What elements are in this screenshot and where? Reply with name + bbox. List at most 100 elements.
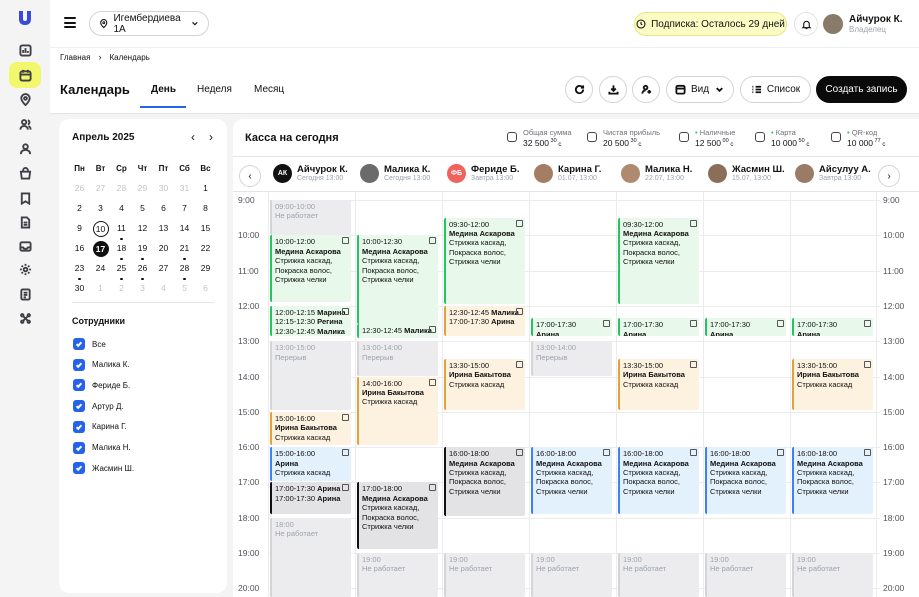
calendar-day[interactable]: 31 [174, 181, 195, 197]
calendar-day[interactable]: 1 [90, 281, 111, 297]
appointment-card[interactable]: 17:00-17:30 Арина [618, 318, 699, 336]
calendar-day[interactable]: 13 [153, 221, 174, 237]
view-dropdown[interactable]: Вид [666, 76, 734, 103]
refresh-button[interactable] [565, 76, 593, 103]
appointment-row[interactable]: 12:00-12:15 Марина [275, 308, 348, 317]
rail-location-icon[interactable] [9, 86, 41, 112]
more-icon[interactable] [777, 320, 784, 328]
staff-column-header[interactable]: Жасмин Ш. 15.07, 13:00 [708, 162, 788, 188]
more-icon[interactable] [342, 307, 349, 315]
checkbox[interactable] [73, 358, 85, 371]
appointment-row[interactable]: 12:15-12:30 Регина [275, 317, 348, 326]
appointment-card[interactable]: 09:30-12:00 Медина Аскарова Стрижка каскад… [444, 217, 525, 305]
appointment-card[interactable]: 10:00-12:30 Медина Аскарова Стрижка каскад… [357, 235, 438, 324]
rail-bookmark-icon[interactable] [9, 185, 41, 211]
more-icon[interactable] [603, 449, 610, 457]
calendar-day[interactable]: 16 [69, 241, 90, 257]
calendar-day[interactable]: 27 [153, 261, 174, 277]
staff-column-header[interactable]: Малика К. Сегодня 13:00 [360, 162, 440, 188]
staff-column-header[interactable]: ФБ Фериде Б. Завтра 13:00 [447, 162, 527, 188]
download-button[interactable] [599, 76, 627, 103]
more-icon[interactable] [429, 237, 436, 245]
appointment-card[interactable]: 14:00-16:00 Ирина Бакытова Стрижка каскад [357, 376, 438, 446]
appointment-row[interactable]: 17:00-17:30 Арина [275, 484, 348, 493]
tab-week[interactable]: Неделя [197, 84, 232, 95]
more-icon[interactable] [603, 320, 610, 328]
more-icon[interactable] [429, 484, 436, 492]
calendar-day[interactable]: 5 [174, 281, 195, 297]
staff-column-header[interactable]: Карина Г. 01.07, 13:00 [534, 162, 614, 188]
more-icon[interactable] [516, 307, 523, 315]
list-button[interactable]: Список [740, 76, 811, 103]
calendar-day[interactable]: 10 [90, 221, 111, 237]
more-icon[interactable] [516, 360, 523, 368]
calendar-day[interactable]: 20 [153, 241, 174, 257]
calendar-day[interactable]: 5 [132, 201, 153, 217]
calendar-day[interactable]: 28 [111, 181, 132, 197]
rail-staff-icon[interactable] [9, 135, 41, 161]
calendar-day[interactable]: 26 [132, 261, 153, 280]
employee-filter-item[interactable]: Малика Н. [73, 441, 131, 455]
appointment-row[interactable]: 17:00-17:30 Арина [449, 317, 522, 326]
prev-month-icon[interactable]: ‹ [191, 130, 195, 144]
more-icon[interactable] [864, 320, 871, 328]
address-selector[interactable]: Игембердиева 1А [89, 11, 209, 36]
calendar-day[interactable]: 29 [132, 181, 153, 197]
breadcrumb-home[interactable]: Главная [60, 53, 90, 62]
appointment-card[interactable]: 13:30-15:00 Ирина Бакытова Стрижка каскад [792, 358, 873, 411]
calendar-day[interactable]: 11 [111, 221, 132, 240]
appointment-card[interactable]: 17:00-17:30 Арина [705, 318, 786, 336]
calendar-day[interactable]: 2 [69, 201, 90, 217]
calendar-day[interactable]: 2 [111, 281, 132, 297]
checkbox[interactable] [73, 441, 85, 454]
calendar-day[interactable]: 23 [69, 261, 90, 280]
appointment-card[interactable]: 12:30-12:45 Малика 17:00-17:30 Арина [444, 305, 525, 336]
appointment-card[interactable]: 12:00-12:15 Марина 12:15-12:30 Регина 12:3… [270, 305, 351, 336]
calendar-day[interactable]: 4 [111, 201, 132, 217]
calendar-day[interactable]: 29 [195, 261, 216, 277]
calendar-day[interactable]: 1 [195, 181, 216, 197]
calendar-day[interactable]: 3 [132, 281, 153, 297]
employee-filter-item[interactable]: Малика К. [73, 358, 130, 372]
more-icon[interactable] [690, 449, 697, 457]
calendar-day[interactable]: 30 [153, 181, 174, 197]
user-menu[interactable]: Айчурок К. Владелец [823, 11, 903, 37]
appointment-row[interactable]: 12:30-12:45 Малика [449, 308, 522, 317]
add-client-button[interactable] [632, 76, 660, 103]
employee-filter-item[interactable]: Артур Д. [73, 399, 124, 413]
checkbox[interactable] [73, 379, 85, 392]
checkbox[interactable] [73, 400, 85, 413]
calendar-day[interactable]: 17 [90, 241, 111, 257]
calendar-day[interactable]: 9 [69, 221, 90, 237]
more-icon[interactable] [342, 484, 349, 492]
staff-column-header[interactable]: Малика Н. 22.07, 13:00 [621, 162, 701, 188]
employee-filter-item[interactable]: Все [73, 337, 106, 351]
tab-day[interactable]: День [151, 84, 176, 95]
appointment-row[interactable]: 12:30-12:45 Малика [275, 327, 348, 336]
next-staff-button[interactable]: › [878, 165, 900, 187]
appointment-card[interactable]: 16:00-18:00 Медина Аскарова Стрижка каскад… [618, 447, 699, 515]
appointment-card[interactable]: 17:00-17:30 Арина [531, 318, 612, 336]
calendar-day[interactable]: 26 [69, 181, 90, 197]
appointment-card[interactable]: 16:00-18:00 Медина Аскарова Стрижка каскад… [792, 447, 873, 515]
more-icon[interactable] [342, 237, 349, 245]
prev-staff-button[interactable]: ‹ [239, 165, 261, 187]
create-appointment-button[interactable]: Создать запись [816, 76, 907, 103]
calendar-day[interactable]: 19 [132, 241, 153, 260]
rail-clients-icon[interactable] [9, 111, 41, 137]
appointment-card[interactable]: 17:00-17:30 Арина 17:00-17:30 Арина [270, 482, 351, 515]
rail-integrations-icon[interactable] [9, 305, 41, 331]
calendar-day[interactable]: 21 [174, 241, 195, 260]
appointment-card[interactable]: 09:30-12:00 Медина Аскарова Стрижка каскад… [618, 217, 699, 305]
more-icon[interactable] [864, 360, 871, 368]
appointment-card[interactable]: 16:00-18:00 Медина Аскарова Стрижка каскад… [531, 447, 612, 515]
rail-dashboard-icon[interactable] [9, 37, 41, 63]
calendar-day[interactable]: 25 [111, 261, 132, 280]
employee-filter-item[interactable]: Фериде Б. [73, 378, 130, 392]
more-icon[interactable] [690, 219, 697, 227]
next-month-icon[interactable]: › [209, 130, 213, 144]
more-icon[interactable] [342, 413, 349, 421]
checkbox[interactable] [73, 420, 85, 433]
calendar-day[interactable]: 15 [195, 221, 216, 237]
appointment-row[interactable]: 17:00-17:30 Арина [275, 494, 348, 503]
